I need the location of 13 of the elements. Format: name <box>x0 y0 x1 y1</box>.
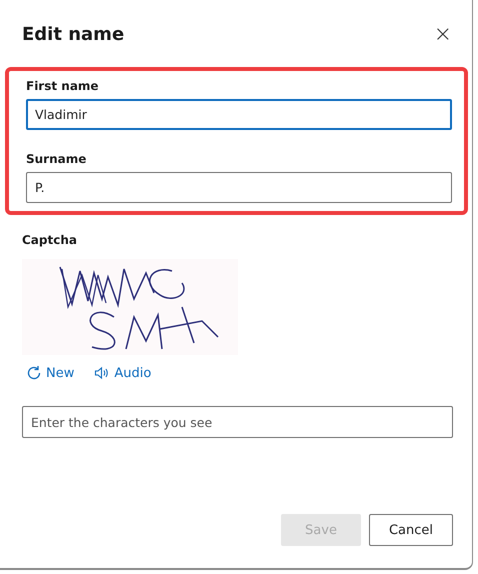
audio-link[interactable]: Audio <box>94 365 152 381</box>
new-captcha-link[interactable]: New <box>26 365 74 381</box>
cancel-button[interactable]: Cancel <box>369 514 453 546</box>
close-button[interactable]: × <box>430 22 456 46</box>
dialog-title: Edit name <box>22 24 124 44</box>
text-field[interactable]: P. <box>26 172 452 203</box>
speaker-icon <box>94 365 110 381</box>
field-label: Surname <box>26 152 88 166</box>
field-label: First name <box>26 79 100 93</box>
refresh-icon <box>26 365 42 381</box>
text-field[interactable]: Vladimir <box>26 99 452 130</box>
captcha-label: Captcha <box>22 233 78 247</box>
captcha-input-field[interactable]: Enter the characters you see <box>22 406 453 438</box>
